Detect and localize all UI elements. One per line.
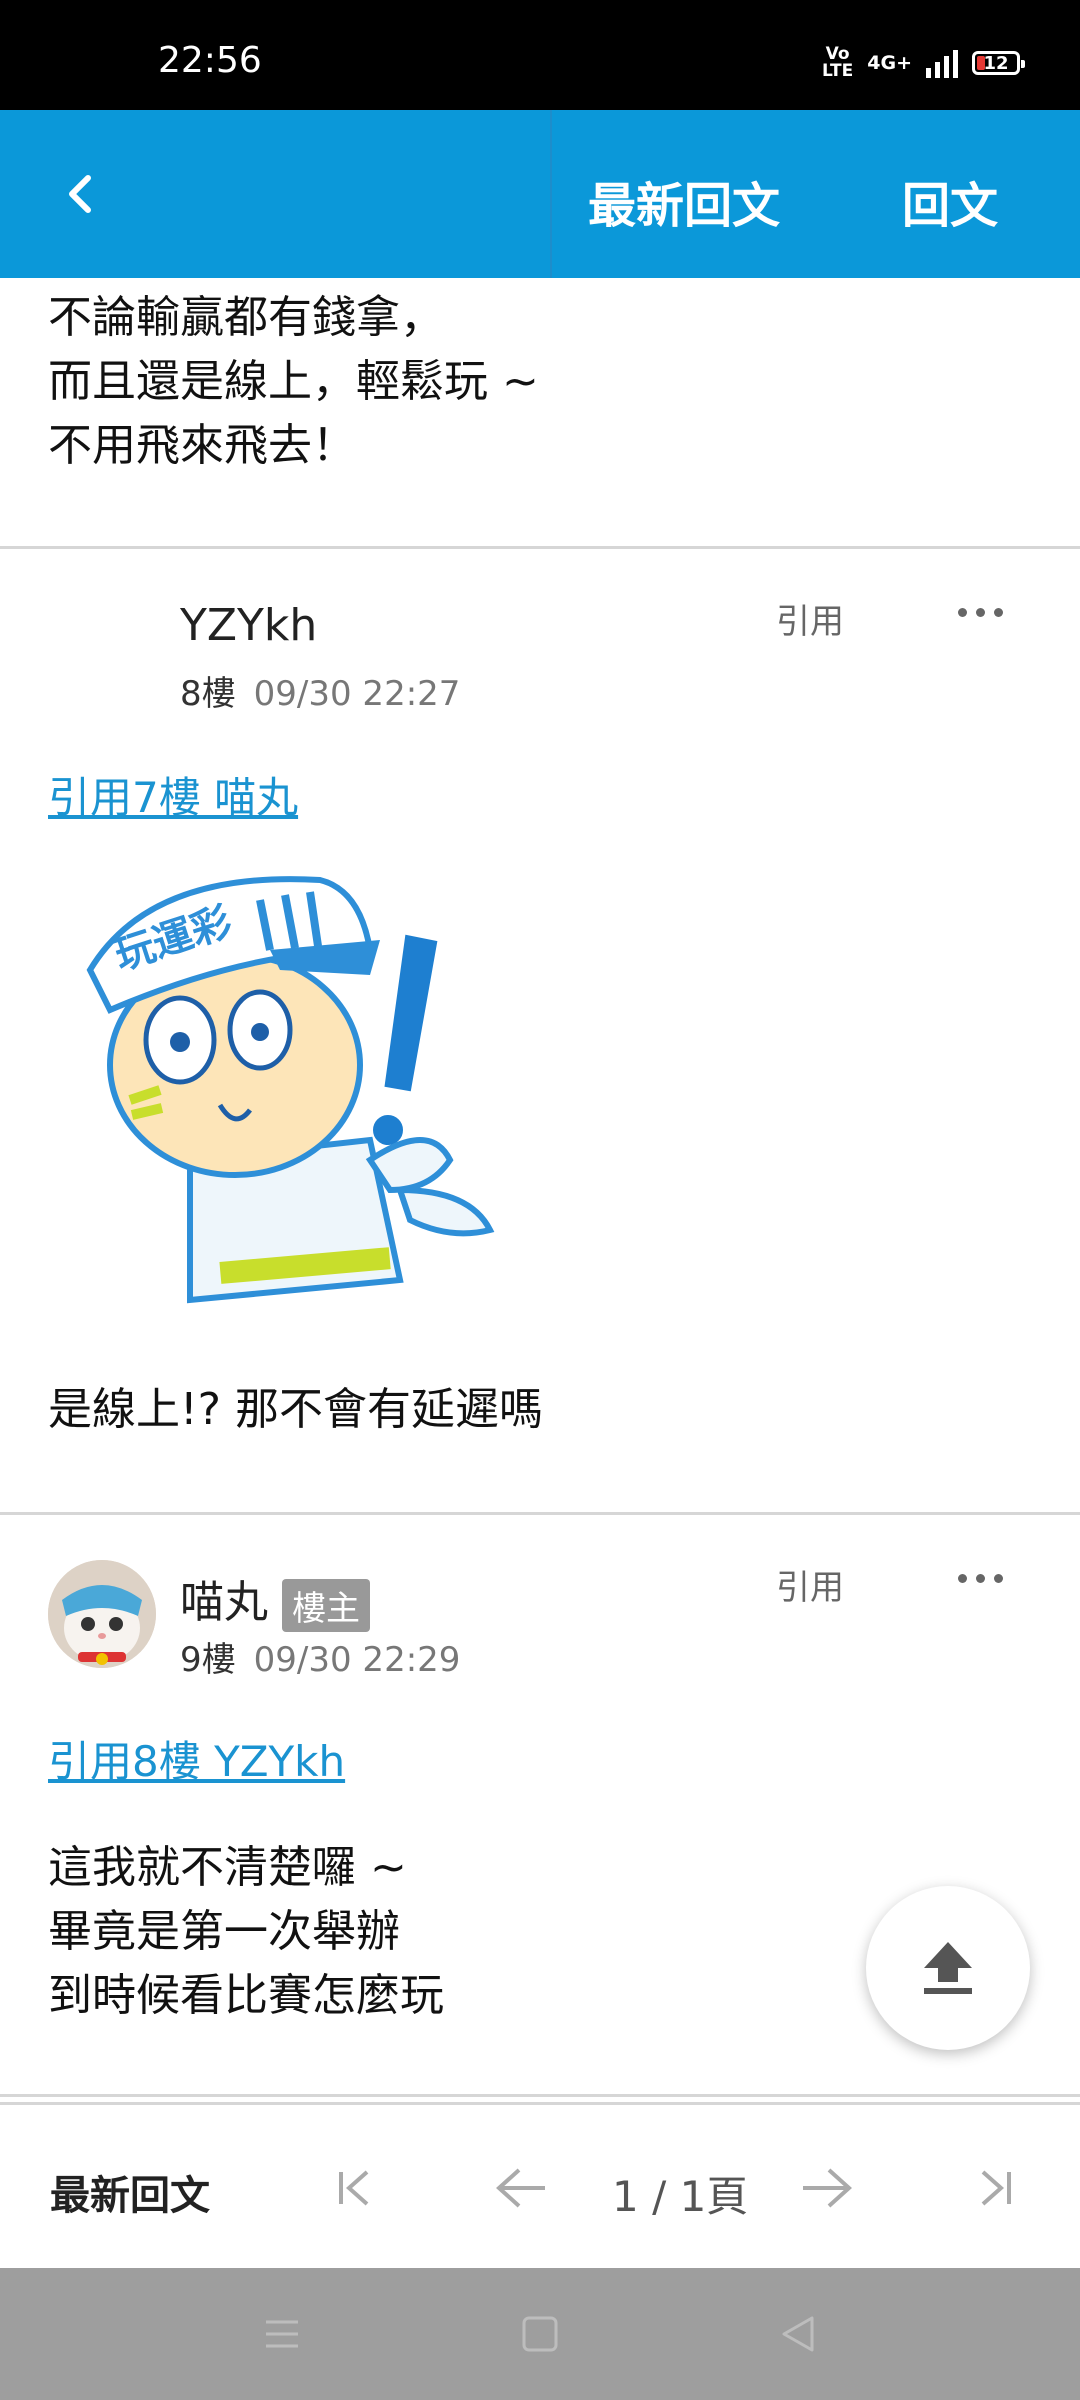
more-icon[interactable] bbox=[958, 1574, 1003, 1583]
next-page-icon bbox=[803, 2168, 852, 2208]
author-name[interactable]: YZYkh bbox=[180, 600, 317, 651]
volte-icon: Vo LTE bbox=[822, 44, 854, 81]
status-icons: Vo LTE 4G+ 12 bbox=[822, 44, 1025, 81]
floor-number: 9樓 bbox=[180, 1640, 236, 1680]
post-text-line: 畢竟是第一次舉辦 bbox=[48, 1906, 400, 1957]
pager-latest-replies-button[interactable]: 最新回文 bbox=[50, 2163, 210, 2221]
more-icon[interactable] bbox=[958, 608, 1003, 617]
next-page-button[interactable] bbox=[782, 2143, 872, 2233]
post-text-line: 不論輸贏都有錢拿， bbox=[48, 292, 444, 343]
page-indicator: 1 / 1頁 bbox=[612, 2172, 749, 2221]
prev-page-icon bbox=[496, 2168, 545, 2208]
post-text-line: 這我就不清楚囉 ~ bbox=[48, 1842, 407, 1893]
home-icon bbox=[522, 2316, 558, 2352]
battery-icon: 12 bbox=[972, 51, 1025, 75]
quote-link[interactable]: 引用7樓 喵丸 bbox=[48, 764, 298, 825]
menu-nav-button[interactable] bbox=[252, 2304, 312, 2364]
latest-replies-button[interactable]: 最新回文 bbox=[588, 166, 780, 236]
post-body: 是線上!? 那不會有延遲嗎 bbox=[48, 1384, 543, 1435]
menu-icon bbox=[266, 2320, 298, 2348]
last-page-icon bbox=[981, 2170, 1011, 2206]
post-text-line: 不用飛來飛去！ bbox=[48, 420, 356, 471]
quote-button[interactable]: 引用 bbox=[776, 1560, 844, 1609]
home-nav-button[interactable] bbox=[510, 2304, 570, 2364]
back-nav-button[interactable] bbox=[768, 2304, 828, 2364]
back-icon bbox=[69, 175, 91, 213]
upload-icon bbox=[924, 1942, 972, 1994]
last-page-button[interactable] bbox=[950, 2143, 1040, 2233]
sticker-image: 玩運彩 bbox=[86, 876, 495, 1304]
pager-bar: 最新回文 1 / 1頁 bbox=[0, 2102, 1080, 2271]
prev-page-button[interactable] bbox=[476, 2143, 566, 2233]
floor-info: 8樓 09/30 22:27 bbox=[180, 666, 460, 715]
app-bar: 最新回文 回文 bbox=[0, 110, 1080, 278]
post-text-line: 而且還是線上，輕鬆玩 ~ bbox=[48, 356, 539, 407]
post-time: 09/30 22:29 bbox=[253, 1640, 461, 1680]
post-time: 09/30 22:27 bbox=[253, 674, 461, 714]
post-separator bbox=[0, 2094, 1080, 2097]
author-name[interactable]: 喵丸 bbox=[180, 1577, 268, 1628]
back-nav-icon bbox=[782, 2316, 814, 2352]
status-bar: 22:56 Vo LTE 4G+ 12 bbox=[0, 0, 1080, 110]
floor-number: 8樓 bbox=[180, 674, 236, 714]
back-button[interactable] bbox=[40, 154, 120, 234]
app-bar-divider bbox=[550, 110, 552, 278]
post-separator bbox=[0, 1512, 1080, 1515]
quote-link[interactable]: 引用8樓 YZYkh bbox=[48, 1728, 345, 1789]
floor-info: 9樓 09/30 22:29 bbox=[180, 1632, 460, 1681]
navigation-bar bbox=[0, 2268, 1080, 2400]
cat-avatar-icon bbox=[48, 1560, 156, 1668]
op-badge: 樓主 bbox=[282, 1578, 370, 1632]
signal-icon bbox=[926, 48, 958, 78]
first-page-icon bbox=[339, 2170, 369, 2206]
reply-button[interactable]: 回文 bbox=[902, 166, 998, 236]
author-name-line: 喵丸 樓主 bbox=[180, 1566, 370, 1632]
first-page-button[interactable] bbox=[310, 2143, 400, 2233]
post-separator bbox=[0, 546, 1080, 549]
battery-level: 12 bbox=[983, 52, 1009, 74]
avatar[interactable] bbox=[48, 1560, 156, 1668]
quote-button[interactable]: 引用 bbox=[776, 594, 844, 643]
post-text-line: 到時候看比賽怎麼玩 bbox=[48, 1970, 444, 2021]
scroll-top-button[interactable] bbox=[866, 1886, 1030, 2050]
status-time: 22:56 bbox=[158, 40, 262, 81]
network-type: 4G+ bbox=[867, 52, 912, 74]
